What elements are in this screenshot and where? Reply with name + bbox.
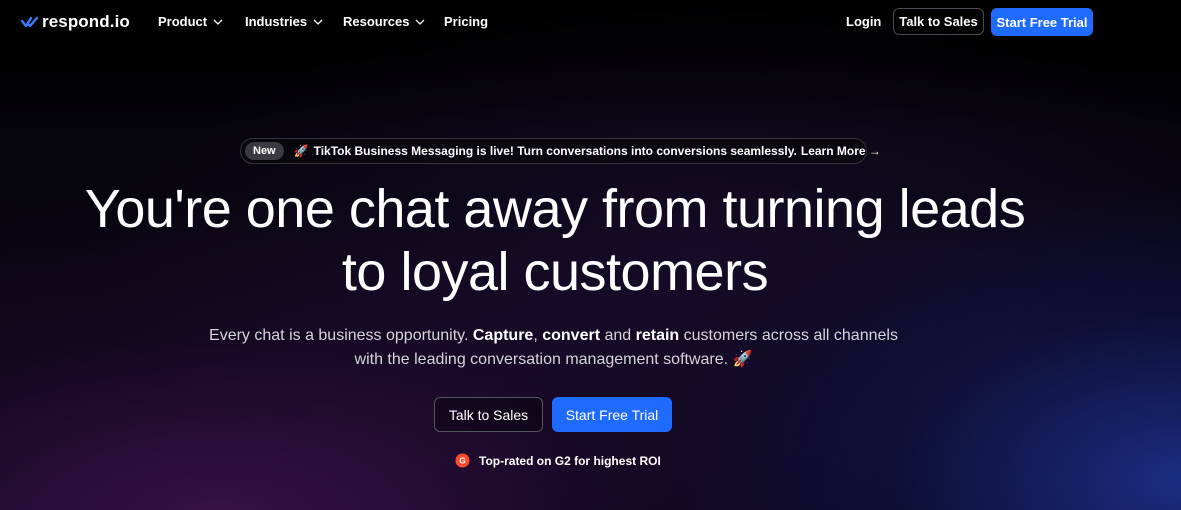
nav-item-label: Resources (343, 14, 410, 29)
hero-headline-line1: You're one chat away from turning leads (84, 179, 1026, 239)
sub-text: Every chat is a business opportunity. (209, 327, 473, 344)
hero-headline-line2: to loyal customers (341, 242, 769, 302)
login-link[interactable]: Login (846, 14, 881, 29)
g2-rating-text: Top-rated on G2 for highest ROI (479, 453, 661, 468)
nav-item-industries[interactable]: Industries (245, 14, 323, 29)
announcement-banner[interactable]: New 🚀 TikTok Business Messaging is live!… (240, 138, 881, 164)
rocket-icon: 🚀 (293, 144, 309, 158)
logo-text: respond.io (42, 12, 130, 31)
hero-headline: You're one chat away from turning leads … (40, 178, 1070, 304)
hero-subheading: Every chat is a business opportunity. Ca… (200, 324, 907, 372)
nav-item-label: Pricing (444, 14, 489, 29)
learn-more-link[interactable]: Learn More → (801, 144, 881, 158)
logo-check-icon (21, 16, 39, 28)
hero-start-free-trial-button[interactable]: Start Free Trial (552, 397, 672, 432)
sub-capture: Capture (472, 327, 534, 344)
nav-item-pricing[interactable]: Pricing (444, 14, 488, 29)
top-navigation: respond.io Product Industries Resources … (0, 0, 1181, 44)
sub-convert: convert (542, 327, 601, 344)
chevron-down-icon (313, 19, 323, 25)
logo[interactable]: respond.io (21, 11, 130, 33)
start-free-trial-button[interactable]: Start Free Trial (991, 8, 1093, 36)
nav-item-resources[interactable]: Resources (343, 14, 425, 29)
sub-retain: retain (635, 327, 680, 344)
sub-text: , (533, 327, 543, 344)
talk-to-sales-button[interactable]: Talk to Sales (893, 8, 984, 35)
nav-item-label: Product (158, 14, 208, 29)
announcement-text: TikTok Business Messaging is live! Turn … (313, 144, 797, 158)
chevron-down-icon (416, 19, 425, 25)
hero-talk-to-sales-button[interactable]: Talk to Sales (434, 397, 543, 432)
sub-text: and (600, 327, 636, 344)
rocket-icon: 🚀 (732, 351, 753, 368)
nav-item-product[interactable]: Product (158, 14, 223, 29)
new-badge: New (245, 142, 284, 160)
g2-logo-icon: G (455, 453, 470, 468)
svg-text:G: G (459, 456, 466, 466)
g2-rating: G Top-rated on G2 for highest ROI (455, 453, 661, 468)
nav-item-label: Industries (245, 14, 308, 29)
chevron-down-icon (213, 19, 223, 25)
